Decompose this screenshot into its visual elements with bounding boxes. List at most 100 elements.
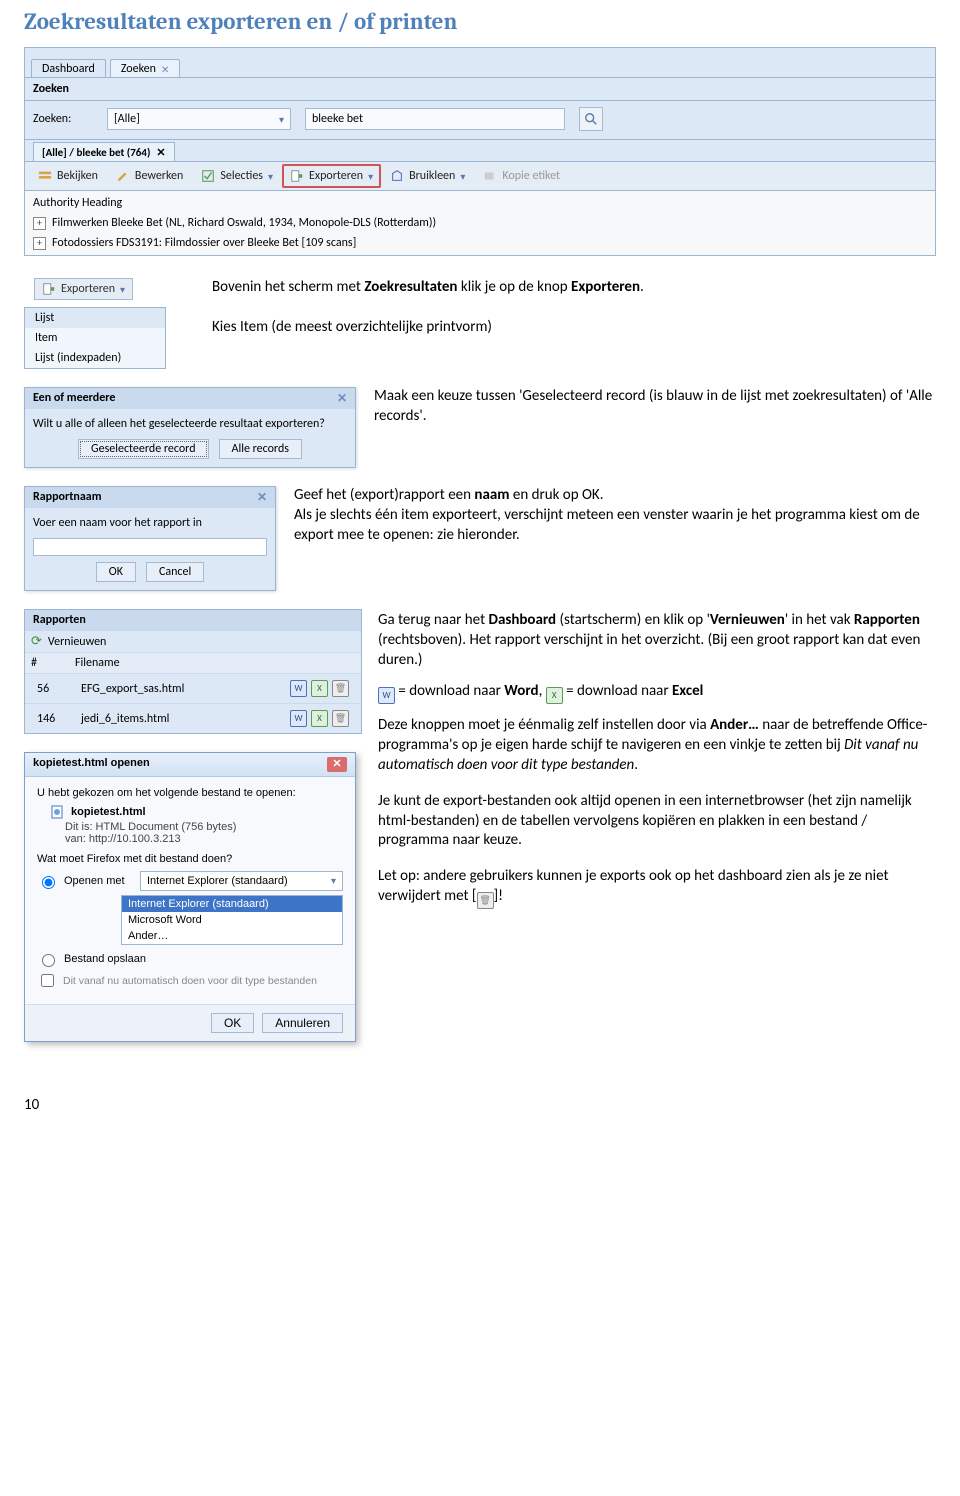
bewerken-button[interactable]: Bewerken [107, 164, 192, 188]
dropdown-item[interactable]: Ander… [122, 928, 342, 944]
paragraph: Deze knoppen moet je éénmalig zelf inste… [378, 716, 936, 775]
close-icon[interactable]: ✕ [327, 757, 347, 772]
btn-label: Kopie etiket [502, 169, 560, 183]
dialog-prompt: Voer een naam voor het rapport in [33, 516, 267, 530]
paragraph: Bovenin het scherm met Zoekresultaten kl… [212, 278, 936, 298]
label-icon [483, 169, 497, 183]
search-scope-select[interactable]: [Alle] ▾ [107, 108, 291, 130]
save-file-radio[interactable] [42, 954, 55, 967]
zoeken-panel-label: Zoeken [25, 77, 935, 100]
filename: kopietest.html [71, 806, 146, 818]
cancel-button[interactable]: Cancel [146, 562, 204, 582]
word-icon[interactable]: W [290, 710, 307, 727]
chevron-down-icon: ▾ [331, 876, 336, 887]
search-button[interactable] [579, 107, 603, 131]
tab-label: Zoeken [121, 62, 156, 76]
close-icon[interactable]: ✕ [337, 391, 347, 406]
row-text: Authority Heading [33, 196, 122, 210]
ok-button[interactable]: OK [211, 1013, 254, 1033]
dialog-title: kopietest.html openen [33, 757, 150, 772]
chevron-down-icon: ▾ [460, 170, 465, 183]
html-file-icon [51, 805, 65, 819]
excel-icon[interactable]: X [311, 710, 328, 727]
dropdown-item[interactable]: Internet Explorer (standaard) [122, 896, 342, 912]
report-name-input[interactable] [33, 538, 267, 556]
selecties-button[interactable]: Selecties ▾ [192, 164, 282, 188]
btn-label: Bruikleen [409, 169, 455, 183]
exporteren-dropdown[interactable]: Exporteren ▾ [34, 278, 133, 300]
menu-item-lijst[interactable]: Lijst [25, 308, 165, 328]
selection-icon [201, 169, 215, 183]
een-of-meerdere-dialog: Een of meerdere✕ Wilt u alle of alleen h… [24, 387, 356, 468]
ok-button[interactable]: OK [96, 562, 136, 582]
cell-filename: EFG_export_sas.html [75, 679, 281, 699]
col-filename: Filename [69, 653, 287, 673]
expand-icon[interactable]: + [33, 237, 46, 250]
open-with-label: Openen met [64, 875, 134, 887]
view-icon [38, 169, 52, 183]
delete-icon[interactable]: 🗑 [332, 680, 349, 697]
table-header: # Filename [25, 652, 361, 673]
tab-dashboard[interactable]: Dashboard [31, 59, 106, 77]
tab-zoeken[interactable]: Zoeken ✕ [110, 59, 180, 77]
kopie-etiket-button: Kopie etiket [474, 164, 569, 188]
btn-label: Bewerken [135, 169, 183, 183]
tab-label: Dashboard [42, 62, 95, 76]
open-with-radio[interactable] [42, 876, 55, 889]
word-icon[interactable]: W [290, 680, 307, 697]
paragraph: Ga terug naar het Dashboard (startscherm… [378, 611, 936, 670]
vernieuwen-row[interactable]: ⟳ Vernieuwen [25, 630, 361, 652]
delete-icon: 🗑 [477, 892, 494, 909]
bruikleen-button[interactable]: Bruikleen ▾ [381, 164, 474, 188]
result-tab[interactable]: [Alle] / bleeke bet (764) ✕ [33, 142, 175, 161]
paragraph: Kies Item (de meest overzichtelijke prin… [212, 318, 936, 338]
table-row[interactable]: 56 EFG_export_sas.html W X 🗑 [25, 673, 361, 703]
dropdown-item[interactable]: Microsoft Word [122, 912, 342, 928]
search-input[interactable]: bleeke bet [305, 108, 565, 130]
menu-item-lijst-indexpaden[interactable]: Lijst (indexpaden) [25, 348, 165, 368]
export-menu: Lijst Item Lijst (indexpaden) [24, 307, 166, 369]
close-icon[interactable]: ✕ [161, 63, 169, 76]
geselecteerde-record-button[interactable]: Geselecteerde record [78, 439, 208, 459]
select-value: [Alle] [114, 112, 140, 126]
export-icon [290, 169, 304, 183]
rapporten-panel: Rapporten ⟳ Vernieuwen # Filename 56 EFG… [24, 609, 362, 734]
cell-num: 146 [31, 709, 75, 729]
delete-icon[interactable]: 🗑 [332, 710, 349, 727]
open-with-dropdown: Internet Explorer (standaard) Microsoft … [121, 895, 343, 945]
close-icon[interactable]: ✕ [156, 146, 165, 159]
col-num: # [25, 653, 69, 673]
alle-records-button[interactable]: Alle records [219, 439, 302, 459]
chevron-down-icon: ▾ [120, 283, 125, 296]
excel-icon: X [546, 687, 563, 704]
app-screenshot: Dashboard Zoeken ✕ Zoeken Zoeken: [Alle]… [24, 47, 936, 256]
input-value: bleeke bet [312, 112, 363, 126]
auto-checkbox[interactable] [41, 974, 54, 987]
menu-item-item[interactable]: Item [25, 328, 165, 348]
search-label: Zoeken: [33, 112, 93, 126]
dialog-title: Een of meerdere [33, 391, 115, 406]
export-icon [42, 282, 56, 296]
dialog-line: Dit is: HTML Document (756 bytes) [65, 821, 343, 833]
edit-icon [116, 169, 130, 183]
list-item[interactable]: Authority Heading [33, 193, 935, 213]
rapportnaam-dialog: Rapportnaam ✕ Voer een naam voor het rapp… [24, 486, 276, 591]
dialog-title: Rapportnaam [33, 490, 101, 505]
chevron-down-icon: ▾ [368, 170, 373, 183]
list-item[interactable]: +Filmwerken Bleeke Bet (NL, Richard Oswa… [33, 213, 935, 233]
open-with-select[interactable]: Internet Explorer (standaard) ▾ [140, 871, 343, 891]
paragraph: Maak een keuze tussen 'Geselecteerd reco… [374, 387, 936, 427]
list-item[interactable]: +Fotodossiers FDS3191: Filmdossier over … [33, 233, 935, 253]
close-icon[interactable]: ✕ [257, 490, 267, 505]
expand-icon[interactable]: + [33, 217, 46, 230]
table-row[interactable]: 146 jedi_6_items.html W X 🗑 [25, 703, 361, 733]
btn-label: Bekijken [57, 169, 98, 183]
file-open-dialog: kopietest.html openen ✕ U hebt gekozen o… [24, 752, 356, 1042]
paragraph: Je kunt de export-bestanden ook altijd o… [378, 792, 936, 851]
exporteren-button[interactable]: Exporteren ▾ [282, 164, 381, 188]
annuleren-button[interactable]: Annuleren [262, 1013, 343, 1033]
excel-icon[interactable]: X [311, 680, 328, 697]
cell-filename: jedi_6_items.html [75, 709, 281, 729]
auto-label: Dit vanaf nu automatisch doen voor dit t… [63, 975, 317, 987]
bekijken-button[interactable]: Bekijken [29, 164, 107, 188]
